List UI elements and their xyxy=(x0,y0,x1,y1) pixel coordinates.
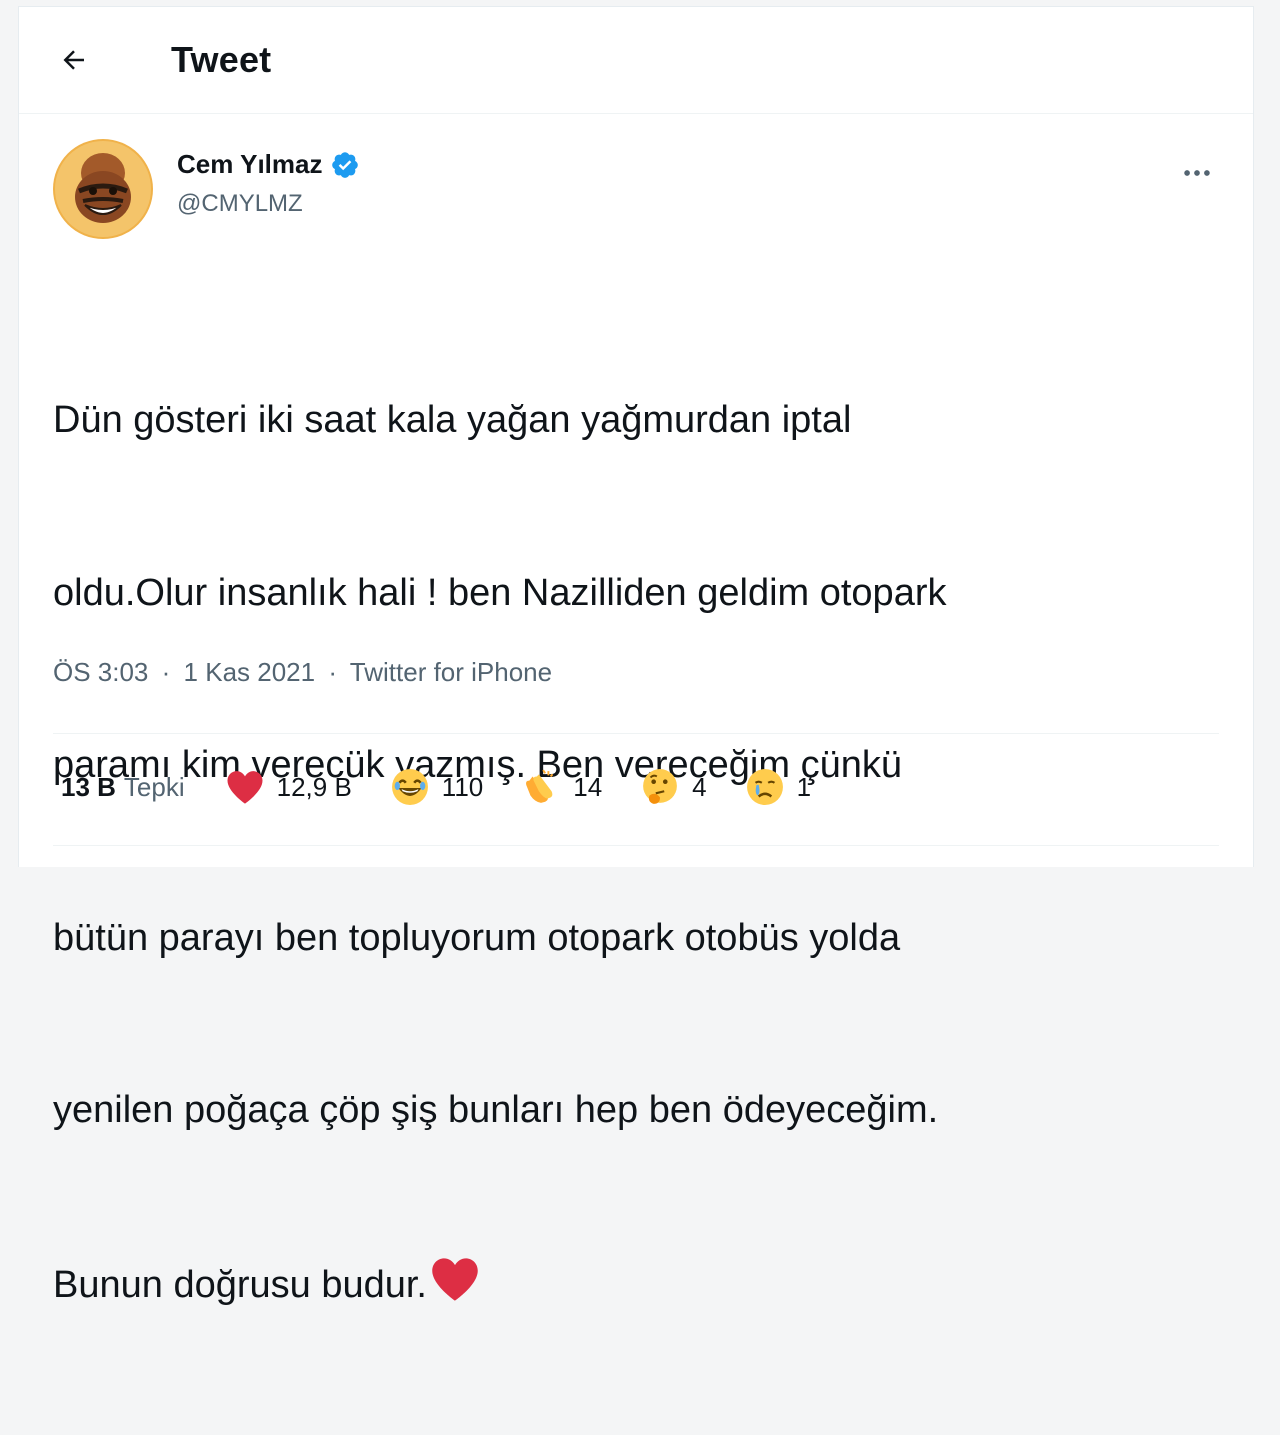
reaction-count: 110 xyxy=(441,771,484,802)
back-button[interactable] xyxy=(53,39,95,81)
verified-badge-icon xyxy=(332,151,359,178)
tweet-time[interactable]: ÖS 3:03 xyxy=(53,657,148,687)
reactions-total-count[interactable]: 13 B xyxy=(61,772,116,803)
tweet-line: oldu.Olur insanlık hali ! ben Nazilliden… xyxy=(53,571,947,614)
tweet-last-line-row: Bunun doğrusu budur. xyxy=(53,1255,1203,1321)
more-horizontal-icon xyxy=(1184,170,1210,176)
reaction-count: 4 xyxy=(692,771,707,802)
tweet-text: Dün gösteri iki saat kala yağan yağmurda… xyxy=(53,277,1203,1435)
tweet-line: Dün gösteri iki saat kala yağan yağmurda… xyxy=(53,399,852,441)
reaction-count: 12,9 B xyxy=(276,771,352,802)
reactions-total-label[interactable]: Tepki xyxy=(124,772,185,803)
tweet-line: bütün parayı ben topluyorum otopark otob… xyxy=(53,916,901,959)
header: Tweet xyxy=(19,7,1253,114)
user-handle[interactable]: @CMYLMZ xyxy=(177,190,360,218)
page-title: Tweet xyxy=(171,39,272,80)
display-name-row: Cem Yılmaz xyxy=(177,149,360,180)
more-options-button[interactable] xyxy=(1177,153,1217,193)
author-names: Cem Yılmaz @CMYLMZ xyxy=(177,149,360,218)
separator: · xyxy=(161,657,171,687)
reaction-thinking[interactable]: 4 xyxy=(640,767,707,807)
separator: · xyxy=(328,657,338,687)
divider xyxy=(53,733,1219,734)
red-heart-icon xyxy=(225,767,265,807)
reaction-count: 1 xyxy=(796,771,812,802)
tweet-meta: ÖS 3:03 · 1 Kas 2021 · Twitter for iPhon… xyxy=(53,657,552,688)
crying-face-icon xyxy=(745,767,785,807)
display-name[interactable]: Cem Yılmaz xyxy=(177,149,322,180)
tweet-source[interactable]: Twitter for iPhone xyxy=(350,657,552,687)
arrow-left-icon xyxy=(63,50,84,70)
tweet-line: Bunun doğrusu budur. xyxy=(53,1263,427,1306)
reactions-bar: 13 B Tepki 12,9 B 110 14 4 1 xyxy=(61,767,849,807)
thinking-face-icon xyxy=(640,767,680,807)
divider xyxy=(53,845,1219,846)
reaction-count: 14 xyxy=(573,771,603,802)
tweet-date[interactable]: 1 Kas 2021 xyxy=(184,657,316,687)
avatar[interactable] xyxy=(53,139,153,239)
tweet-line: yenilen poğaça çöp şiş bunları hep ben ö… xyxy=(53,1089,939,1131)
laughing-face-icon xyxy=(390,767,430,807)
clapping-hands-icon xyxy=(521,767,561,807)
reaction-cry[interactable]: 1 xyxy=(745,767,811,807)
tweet-page: Tweet Cem Yılmaz @CMYLMZ Dün gösteri iki… xyxy=(18,6,1254,1306)
red-heart-icon xyxy=(429,1255,481,1321)
reaction-laugh[interactable]: 110 xyxy=(390,767,483,807)
reaction-clap[interactable]: 14 xyxy=(521,767,602,807)
reaction-heart[interactable]: 12,9 B xyxy=(225,767,352,807)
author-block: Cem Yılmaz @CMYLMZ xyxy=(53,139,360,239)
